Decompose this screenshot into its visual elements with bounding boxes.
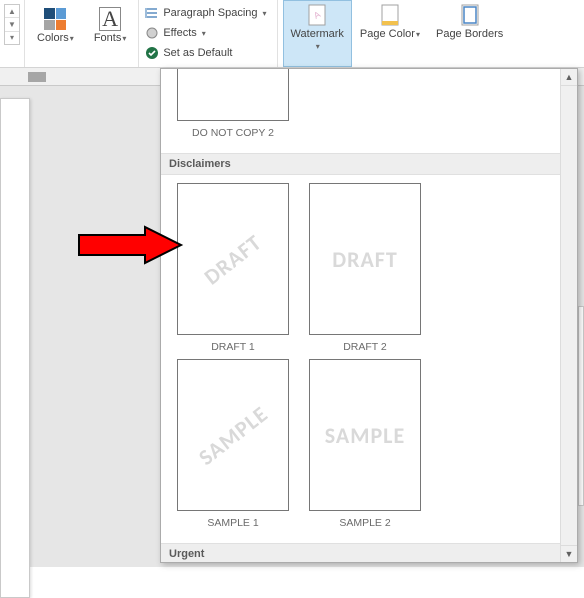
gallery-scrollbar[interactable]: ▲ ▼: [560, 69, 577, 562]
watermark-option-draft2[interactable]: DRAFT DRAFT 2: [301, 183, 429, 353]
chevron-down-icon[interactable]: ▼: [5, 18, 19, 31]
set-default-label: Set as Default: [163, 47, 232, 59]
watermark-text: SAMPLE: [325, 422, 405, 449]
gallery-more-icon[interactable]: ▾: [5, 32, 19, 44]
page-borders-icon: [458, 3, 482, 27]
watermark-thumb-label: DO NOT COPY 2: [169, 127, 297, 139]
paragraph-spacing-label: Paragraph Spacing: [163, 7, 257, 19]
colors-label: Colors: [37, 32, 69, 44]
watermark-text: DRAFT: [332, 246, 398, 273]
fonts-button[interactable]: A Fonts▾: [86, 4, 135, 46]
watermark-thumb: [177, 69, 289, 121]
watermark-button[interactable]: A Watermark▾: [283, 0, 352, 67]
set-default-button[interactable]: Set as Default: [145, 43, 266, 63]
page-color-label: Page Color: [360, 28, 415, 40]
section-header-urgent: Urgent: [161, 543, 560, 562]
watermark-icon: A: [305, 3, 329, 27]
watermark-option-sample1[interactable]: SAMPLE SAMPLE 1: [169, 359, 297, 529]
fonts-icon: A: [98, 7, 122, 31]
scroll-up-arrow-icon[interactable]: ▲: [561, 69, 577, 86]
paragraph-spacing-icon: [145, 6, 159, 20]
watermark-thumb-label: DRAFT 1: [169, 341, 297, 353]
theme-gallery-spinner[interactable]: ▲ ▼ ▾: [4, 4, 20, 45]
theme-colors-fonts-group: Colors▾ A Fonts▾: [25, 0, 139, 67]
section-header-disclaimers: Disclaimers: [161, 153, 560, 175]
paragraph-spacing-button[interactable]: Paragraph Spacing▾: [145, 3, 266, 23]
annotation-arrow-icon: [75, 225, 185, 265]
gallery-content: DO NOT COPY 2 Disclaimers DRAFT DRAFT 1 …: [161, 69, 560, 562]
watermark-text: DRAFT: [199, 228, 267, 290]
document-formatting-group: Paragraph Spacing▾ Effects▾ Set as Defau…: [139, 0, 277, 67]
watermark-option-sample2[interactable]: SAMPLE SAMPLE 2: [301, 359, 429, 529]
checkmark-icon: [145, 46, 159, 60]
gallery-partial-top-row: DO NOT COPY 2: [161, 69, 560, 153]
watermark-thumb-label: SAMPLE 1: [169, 517, 297, 529]
ribbon: ▲ ▼ ▾ Colors▾ A Fonts▾ Paragraph Spacing…: [0, 0, 584, 68]
page-borders-button[interactable]: Page Borders: [428, 0, 511, 67]
watermark-thumb-label: SAMPLE 2: [301, 517, 429, 529]
disclaimers-row: DRAFT DRAFT 1 DRAFT DRAFT 2 SAMPLE SAMPL…: [161, 175, 560, 543]
watermark-option[interactable]: DO NOT COPY 2: [169, 69, 297, 139]
scroll-down-arrow-icon[interactable]: ▼: [561, 545, 577, 562]
effects-label: Effects: [163, 27, 196, 39]
page-borders-label: Page Borders: [436, 28, 503, 40]
effects-button[interactable]: Effects▾: [145, 23, 266, 43]
colors-button[interactable]: Colors▾: [29, 4, 82, 46]
fonts-label: Fonts: [94, 32, 122, 44]
watermark-label: Watermark: [291, 28, 344, 40]
page-color-button[interactable]: Page Color▾: [352, 0, 428, 67]
chevron-up-icon[interactable]: ▲: [5, 5, 19, 18]
effects-icon: [145, 26, 159, 40]
page-background-group: A Watermark▾ Page Color▾ Page Borders: [278, 0, 517, 67]
page-color-icon: [378, 3, 402, 27]
watermark-thumb-label: DRAFT 2: [301, 341, 429, 353]
colors-icon: [43, 7, 67, 31]
theme-gallery-group: ▲ ▼ ▾: [0, 0, 25, 67]
document-page-left-edge: [0, 98, 30, 598]
watermark-option-draft1[interactable]: DRAFT DRAFT 1: [169, 183, 297, 353]
document-page-right-edge: [578, 306, 584, 506]
watermark-text: SAMPLE: [193, 400, 273, 471]
watermark-gallery-dropdown: DO NOT COPY 2 Disclaimers DRAFT DRAFT 1 …: [160, 68, 578, 563]
